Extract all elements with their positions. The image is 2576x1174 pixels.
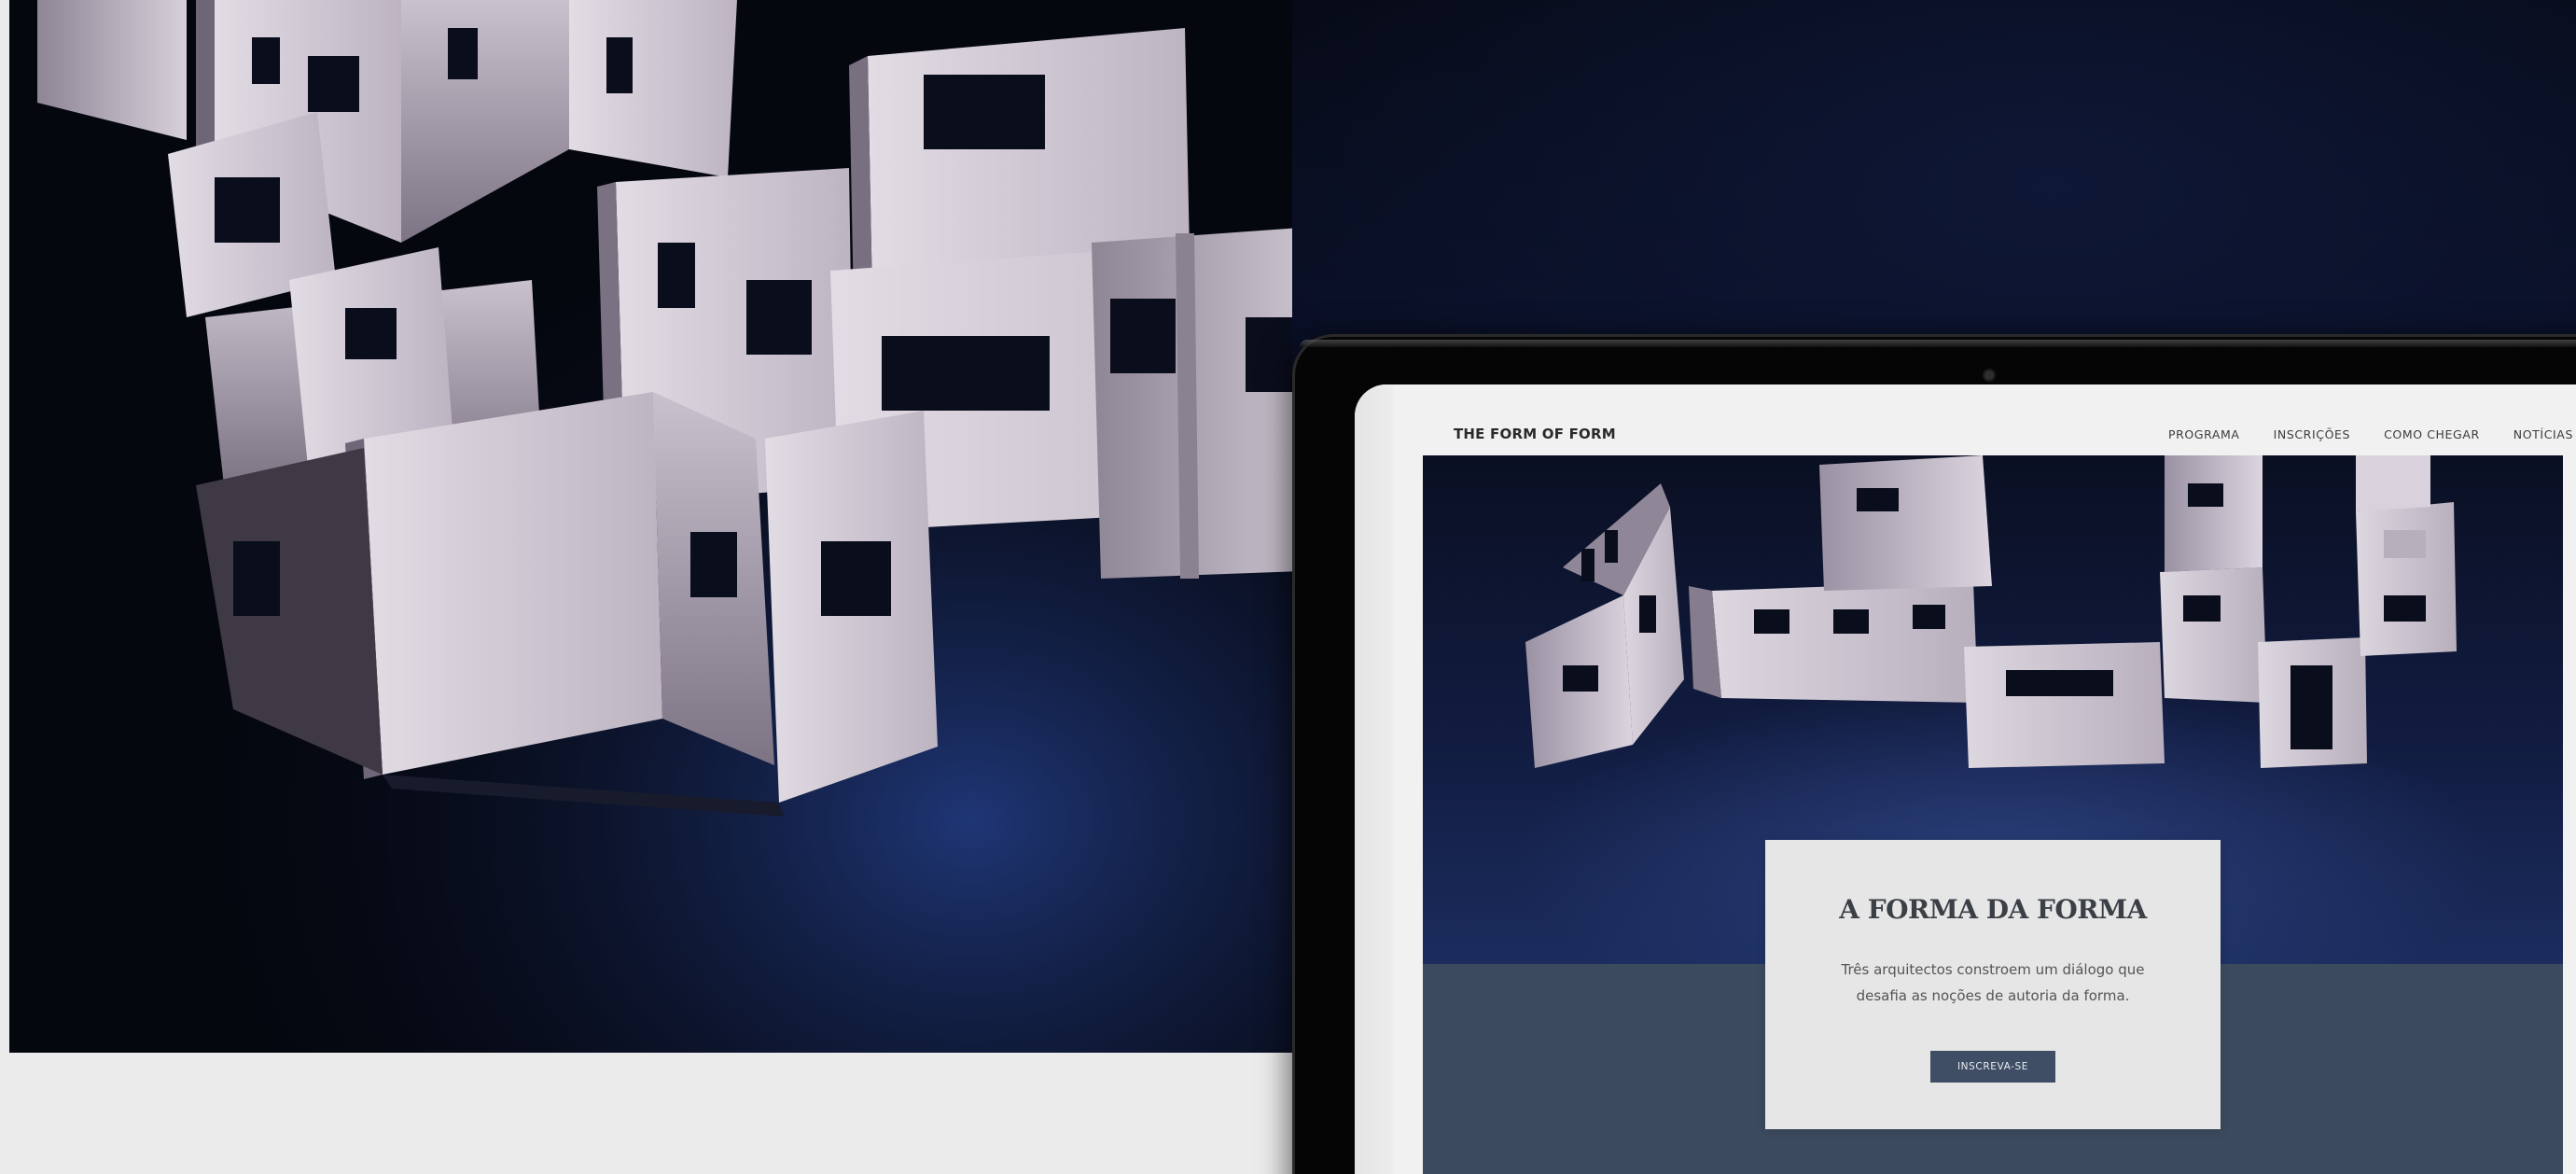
nav-item-programa[interactable]: PROGRAMA xyxy=(2168,427,2240,441)
website-page: THE FORM OF FORM PROGRAMA INSCRIÇÕES COM… xyxy=(1355,384,2576,1174)
mockup-stage: THE FORM OF FORM PROGRAMA INSCRIÇÕES COM… xyxy=(0,0,2576,1174)
nav-item-como-chegar[interactable]: COMO CHEGAR xyxy=(2384,427,2480,441)
main-navigation: PROGRAMA INSCRIÇÕES COMO CHEGAR NOTÍCIAS xyxy=(2168,427,2573,441)
hero-card: A FORMA DA FORMA Três arquitectos constr… xyxy=(1765,840,2221,1129)
hero-description: Três arquitectos constroem um diálogo qu… xyxy=(1806,957,2179,1009)
monitor-screen: THE FORM OF FORM PROGRAMA INSCRIÇÕES COM… xyxy=(1355,384,2576,1174)
nav-item-noticias[interactable]: NOTÍCIAS xyxy=(2513,427,2573,441)
webcam-icon xyxy=(1984,370,1994,380)
nav-item-inscricoes[interactable]: INSCRIÇÕES xyxy=(2274,427,2350,441)
site-header: THE FORM OF FORM PROGRAMA INSCRIÇÕES COM… xyxy=(1454,403,2573,450)
architectural-model-photo xyxy=(9,0,1292,1053)
subscribe-button[interactable]: INSCREVA-SE xyxy=(1930,1051,2055,1083)
site-logo[interactable]: THE FORM OF FORM xyxy=(1454,426,1616,442)
left-margin-strip xyxy=(0,0,9,1174)
monitor-rim-highlight xyxy=(1300,340,2576,347)
hero-section: A FORMA DA FORMA Três arquitectos constr… xyxy=(1423,455,2563,1174)
hero-title: A FORMA DA FORMA xyxy=(1839,894,2147,925)
hero-description-line-2: desafia as noções de autoria da forma. xyxy=(1856,987,2130,1004)
hero-description-line-1: Três arquitectos constroem um diálogo qu… xyxy=(1841,961,2145,978)
